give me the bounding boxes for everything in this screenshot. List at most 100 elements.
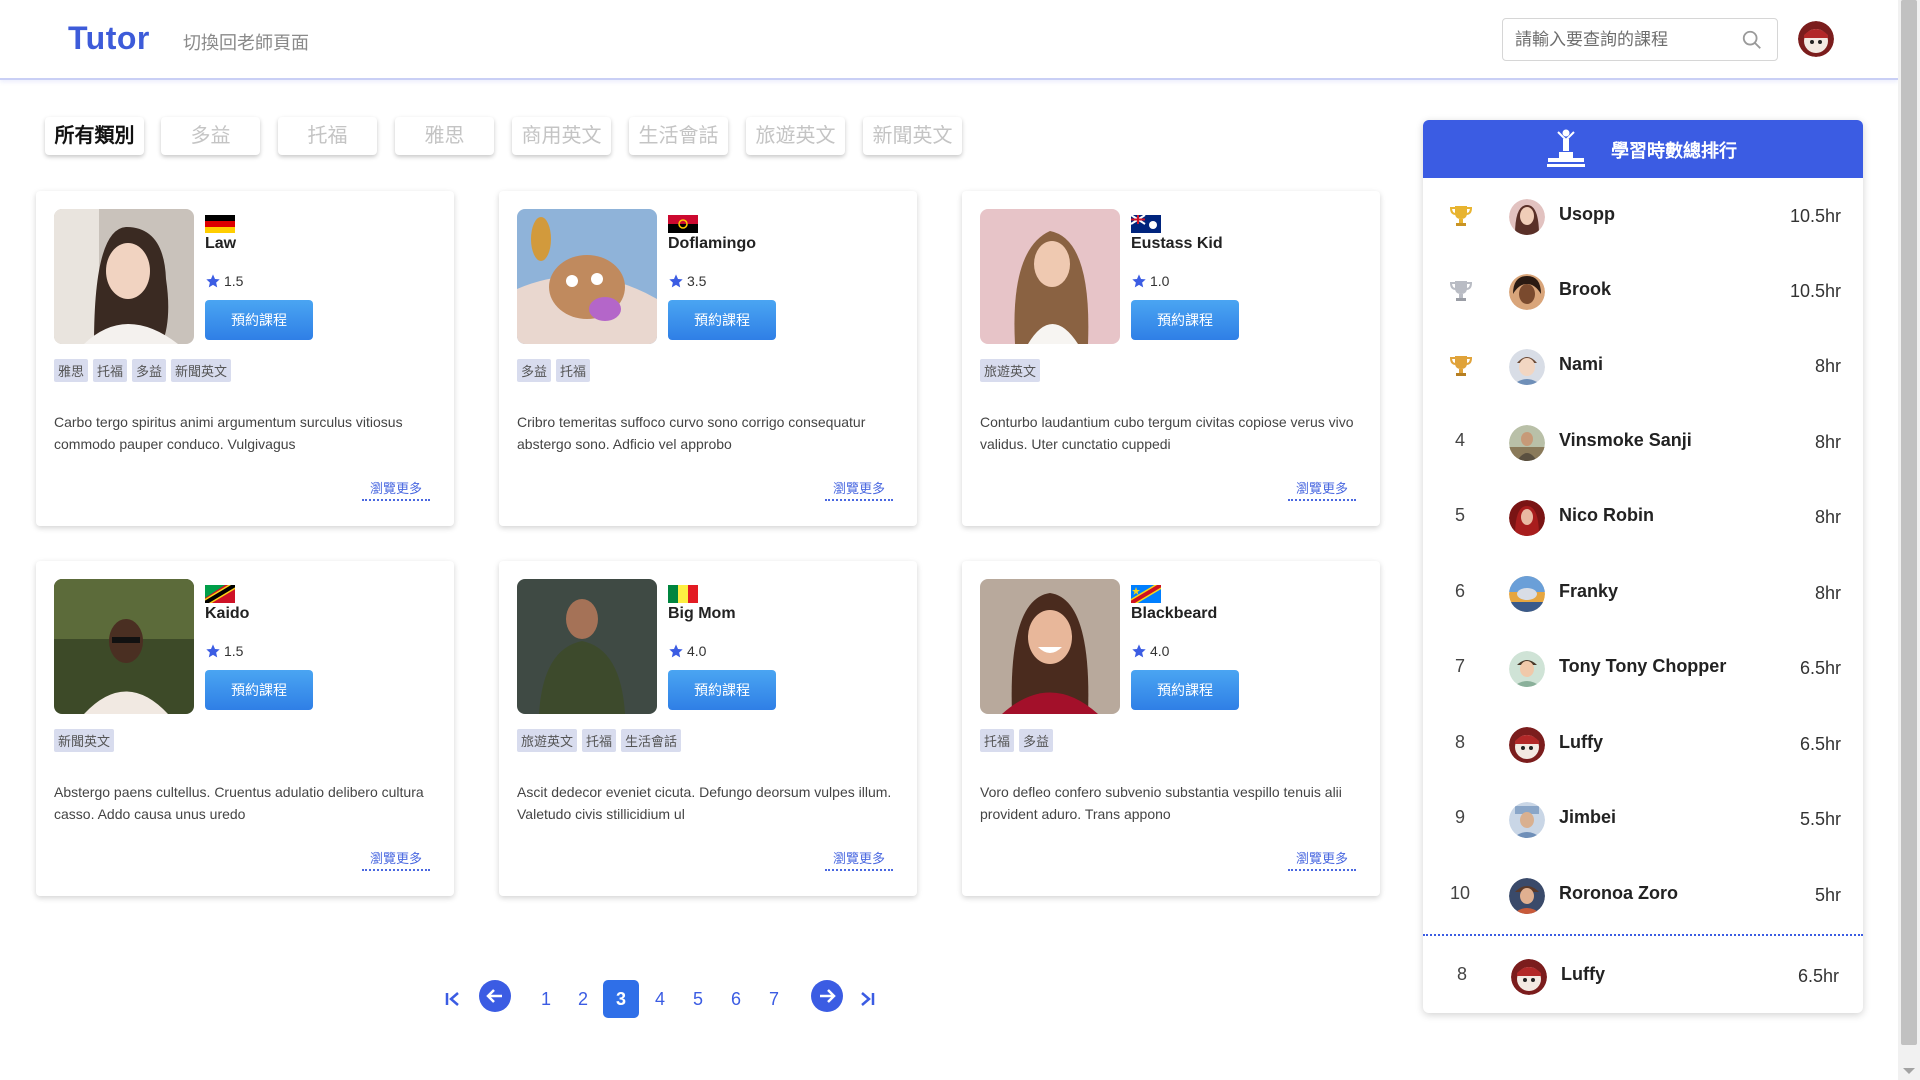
ranking-row[interactable]: 6 Franky 8hr (1423, 555, 1863, 630)
category-tab-all[interactable]: 所有類別 (45, 117, 144, 155)
book-course-button[interactable]: 預約課程 (668, 300, 776, 340)
ranking-row[interactable]: 7 Tony Tony Chopper 6.5hr (1423, 630, 1863, 705)
ranking-row[interactable]: 5 Nico Robin 8hr (1423, 479, 1863, 554)
search-input[interactable] (1515, 27, 1725, 53)
course-tags: 旅遊英文 (980, 359, 1041, 382)
prev-page-button[interactable] (479, 980, 511, 1012)
rating-value: 1.5 (224, 273, 244, 289)
teacher-name: Big Mom (668, 605, 736, 622)
category-tab-business[interactable]: 商用英文 (512, 117, 611, 155)
ranking-hours: 5.5hr (1799, 809, 1841, 829)
ranking-row[interactable]: 8 Luffy 6.5hr (1423, 706, 1863, 781)
teacher-card: Blackbeard 4.0 預約課程 托福 多益 Voro defleo co… (962, 561, 1380, 896)
teacher-description: Conturbo laudantium cubo tergum civitas … (980, 414, 1354, 452)
category-tab-toefl[interactable]: 托福 (278, 117, 377, 155)
rating-value: 1.0 (1150, 273, 1170, 289)
teacher-photo[interactable] (980, 209, 1120, 344)
ranking-row[interactable]: Brook 10.5hr (1423, 253, 1863, 328)
first-page-icon[interactable] (442, 988, 464, 1010)
avatar (1509, 878, 1545, 914)
book-course-button[interactable]: 預約課程 (205, 670, 313, 710)
teacher-name: Doflamingo (668, 235, 756, 252)
course-tag: 托福 (980, 729, 1015, 752)
teacher-photo[interactable] (517, 209, 657, 344)
flag-saint-kitts-and-nevis-icon (205, 585, 235, 603)
avatar (1509, 651, 1545, 687)
ranking-row[interactable]: 9 Jimbei 5.5hr (1423, 781, 1863, 856)
course-tags: 多益 托福 (517, 359, 591, 382)
view-more-link[interactable]: 瀏覽更多 (1287, 848, 1356, 871)
ranking-name: Jimbei (1559, 807, 1617, 827)
ranking-header: 學習時數總排行 (1423, 120, 1863, 178)
page-scrollbar[interactable] (1898, 0, 1920, 1080)
ranking-position: 9 (1454, 807, 1465, 827)
category-tab-travel[interactable]: 旅遊英文 (746, 117, 845, 155)
view-more-link[interactable]: 瀏覽更多 (824, 848, 893, 871)
course-tags: 托福 多益 (980, 729, 1054, 752)
book-course-button[interactable]: 預約課程 (205, 300, 313, 340)
teacher-photo[interactable] (54, 579, 194, 714)
teacher-name: Blackbeard (1131, 605, 1218, 622)
silver-trophy-icon (1449, 281, 1473, 301)
podium-icon (1547, 129, 1585, 167)
page-4[interactable]: 4 (642, 980, 678, 1018)
switch-to-teacher-link[interactable]: 切換回老師頁面 (183, 29, 309, 55)
teacher-description: Abstergo paens cultellus. Cruentus adula… (54, 784, 424, 822)
ranking-name: Nico Robin (1559, 505, 1654, 525)
course-tag: 多益 (132, 359, 167, 382)
view-more-link[interactable]: 瀏覽更多 (1287, 478, 1356, 501)
last-page-icon[interactable] (856, 988, 878, 1010)
ranking-name: Roronoa Zoro (1559, 883, 1678, 903)
category-tab-toeic[interactable]: 多益 (161, 117, 260, 155)
page-6[interactable]: 6 (718, 980, 754, 1018)
page-5[interactable]: 5 (680, 980, 716, 1018)
page-2[interactable]: 2 (565, 980, 601, 1018)
scrollbar-thumb[interactable] (1901, 0, 1917, 1045)
logo[interactable]: Tutor (68, 20, 150, 57)
arrow-right-icon (820, 989, 836, 1003)
ranking-name: Brook (1559, 279, 1612, 299)
rating-value: 4.0 (1150, 643, 1170, 659)
page-3[interactable]: 3 (603, 980, 639, 1018)
category-tab-conversation[interactable]: 生活會話 (629, 117, 728, 155)
view-more-link[interactable]: 瀏覽更多 (824, 478, 893, 501)
teacher-rating: 4.0 (668, 643, 706, 659)
book-course-button[interactable]: 預約課程 (1131, 670, 1239, 710)
course-tag: 托福 (582, 729, 617, 752)
category-tab-news[interactable]: 新聞英文 (863, 117, 962, 155)
my-ranking-row[interactable]: 8 Luffy 6.5hr (1423, 938, 1863, 1013)
page-1[interactable]: 1 (528, 980, 564, 1018)
view-more-link[interactable]: 瀏覽更多 (361, 478, 430, 501)
teacher-rating: 1.5 (205, 273, 243, 289)
top-header: Tutor 切換回老師頁面 (0, 0, 1898, 80)
ranking-hours: 10.5hr (1789, 281, 1841, 301)
teacher-photo[interactable] (980, 579, 1120, 714)
avatar (1509, 727, 1545, 763)
ranking-name: Luffy (1559, 732, 1603, 752)
ranking-row[interactable]: Nami 8hr (1423, 328, 1863, 403)
page-7[interactable]: 7 (756, 980, 792, 1018)
teacher-card: Kaido 1.5 預約課程 新聞英文 Abstergo paens culte… (36, 561, 454, 896)
avatar (1509, 349, 1545, 385)
ranking-title: 學習時數總排行 (1611, 141, 1737, 161)
scroll-down-arrow-icon[interactable] (1903, 1068, 1915, 1074)
view-more-link[interactable]: 瀏覽更多 (361, 848, 430, 871)
book-course-button[interactable]: 預約課程 (1131, 300, 1239, 340)
ranking-position: 4 (1454, 430, 1465, 450)
ranking-row[interactable]: 10 Roronoa Zoro 5hr (1423, 857, 1863, 932)
category-tab-ielts[interactable]: 雅思 (395, 117, 494, 155)
next-page-button[interactable] (811, 980, 843, 1012)
flag-dr-congo-icon (1131, 585, 1161, 603)
course-tag: 托福 (556, 359, 591, 382)
ranking-row[interactable]: Usopp 10.5hr (1423, 178, 1863, 253)
avatar (1509, 199, 1545, 235)
teacher-photo[interactable] (517, 579, 657, 714)
search-icon[interactable] (1741, 29, 1763, 51)
teacher-rating: 3.5 (668, 273, 706, 289)
user-avatar[interactable] (1798, 21, 1834, 57)
course-tag: 新聞英文 (54, 729, 115, 752)
ranking-row[interactable]: 4 Vinsmoke Sanji 8hr (1423, 404, 1863, 479)
teacher-photo[interactable] (54, 209, 194, 344)
book-course-button[interactable]: 預約課程 (668, 670, 776, 710)
ranking-name: Nami (1559, 354, 1604, 374)
